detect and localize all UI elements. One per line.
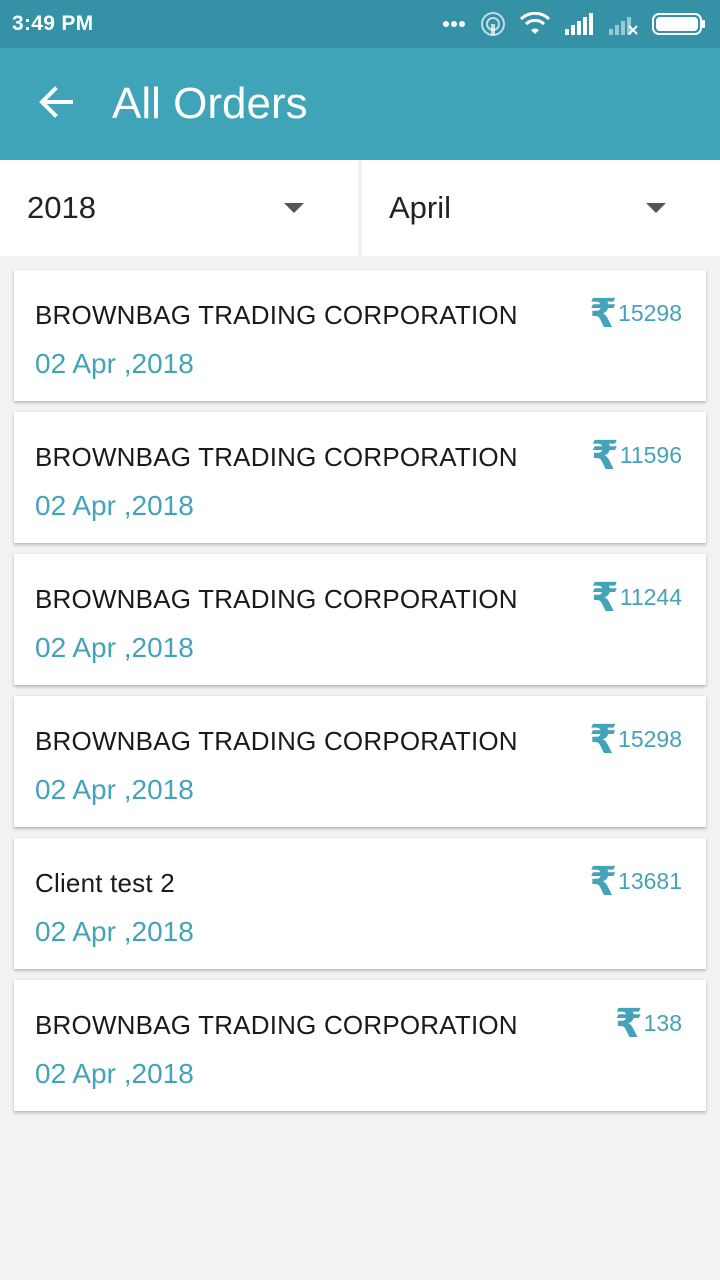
order-amount-value: 138 (643, 1010, 682, 1036)
order-client-name: BROWNBAG TRADING CORPORATION (35, 584, 518, 614)
order-client-name: BROWNBAG TRADING CORPORATION (35, 1010, 518, 1040)
order-client-name: Client test 2 (35, 868, 175, 898)
order-amount-value: 15298 (618, 300, 682, 326)
order-amount: ₹ 15298 (589, 720, 682, 760)
order-client-name: BROWNBAG TRADING CORPORATION (35, 300, 518, 330)
order-card[interactable]: BROWNBAG TRADING CORPORATION 02 Apr ,201… (14, 696, 706, 827)
year-dropdown[interactable]: 2018 (0, 160, 358, 256)
order-card[interactable]: Client test 2 02 Apr ,2018 ₹ 13681 (14, 838, 706, 969)
month-dropdown[interactable]: April (362, 160, 720, 256)
order-date: 02 Apr ,2018 (35, 632, 194, 663)
app-bar: All Orders (0, 48, 720, 160)
more-dots-icon (442, 20, 466, 28)
month-dropdown-value: April (389, 190, 452, 225)
rupee-icon: ₹ (590, 434, 619, 478)
order-client-name: BROWNBAG TRADING CORPORATION (35, 442, 518, 472)
order-client-name: BROWNBAG TRADING CORPORATION (35, 726, 518, 756)
order-list: BROWNBAG TRADING CORPORATION 02 Apr ,201… (14, 270, 706, 1122)
order-date: 02 Apr ,2018 (35, 774, 194, 805)
order-date: 02 Apr ,2018 (35, 490, 194, 521)
order-amount: ₹ 13681 (589, 862, 682, 902)
order-amount: ₹ 15298 (589, 294, 682, 334)
rupee-icon: ₹ (589, 718, 618, 762)
signal-no-sim-icon (608, 13, 638, 35)
status-time: 3:49 PM (12, 12, 94, 35)
order-card[interactable]: BROWNBAG TRADING CORPORATION 02 Apr ,201… (14, 412, 706, 543)
order-amount: ₹ 138 (615, 1004, 682, 1044)
order-amount: ₹ 11244 (591, 578, 682, 618)
order-amount-value: 11244 (619, 584, 682, 610)
order-date: 02 Apr ,2018 (35, 348, 194, 379)
caret-down-icon (284, 203, 304, 213)
order-amount-value: 13681 (618, 868, 682, 894)
battery-icon (652, 13, 706, 35)
page-title: All Orders (112, 79, 308, 128)
order-amount-value: 11596 (619, 442, 682, 468)
rupee-icon: ₹ (614, 1002, 643, 1046)
caret-down-icon (646, 203, 666, 213)
order-date: 02 Apr ,2018 (35, 1058, 194, 1089)
order-card[interactable]: BROWNBAG TRADING CORPORATION 02 Apr ,201… (14, 980, 706, 1111)
arrow-left-icon (38, 84, 74, 125)
hotspot-icon (480, 11, 506, 37)
back-button[interactable] (16, 64, 96, 144)
order-card[interactable]: BROWNBAG TRADING CORPORATION 02 Apr ,201… (14, 270, 706, 401)
order-card[interactable]: BROWNBAG TRADING CORPORATION 02 Apr ,201… (14, 554, 706, 685)
status-icons (442, 11, 706, 37)
rupee-icon: ₹ (590, 576, 619, 620)
year-dropdown-value: 2018 (27, 190, 96, 225)
rupee-icon: ₹ (589, 292, 618, 336)
status-bar: 3:49 PM (0, 0, 720, 48)
order-date: 02 Apr ,2018 (35, 916, 194, 947)
filter-bar: 2018 April (0, 160, 720, 256)
order-amount: ₹ 11596 (591, 436, 682, 476)
rupee-icon: ₹ (589, 860, 618, 904)
signal-icon (564, 13, 594, 35)
wifi-icon (520, 12, 550, 36)
order-amount-value: 15298 (618, 726, 682, 752)
